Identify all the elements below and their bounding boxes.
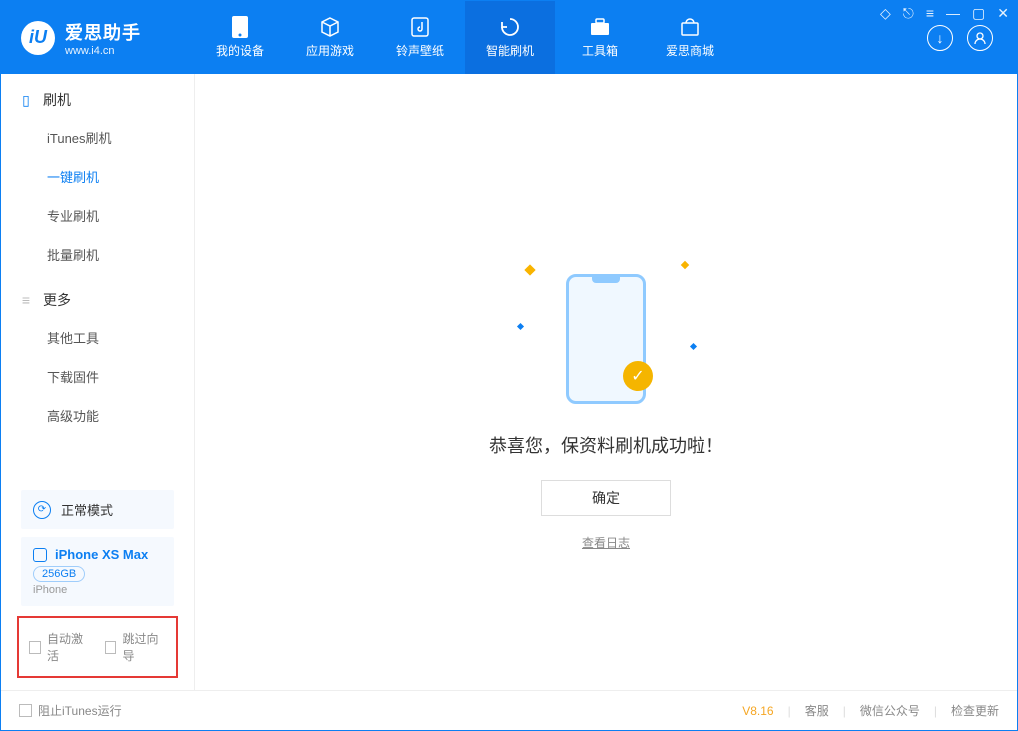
customer-service-link[interactable]: 客服 <box>805 702 829 719</box>
device-small-icon <box>33 548 47 562</box>
phone-small-icon: ▯ <box>19 93 33 107</box>
refresh-shield-icon <box>499 16 521 38</box>
device-storage: 256GB <box>33 566 85 582</box>
wechat-link[interactable]: 微信公众号 <box>860 702 920 719</box>
sparkle-icon <box>690 343 697 350</box>
flash-options-highlight: 自动激活 跳过向导 <box>17 616 178 678</box>
sidebar-item-advanced[interactable]: 高级功能 <box>1 396 194 435</box>
check-update-link[interactable]: 检查更新 <box>951 702 999 719</box>
logo: iU 爱思助手 www.i4.cn <box>1 1 195 74</box>
device-mode-label: 正常模式 <box>61 500 113 519</box>
close-button[interactable]: ✕ <box>997 5 1009 22</box>
minimize-button[interactable]: — <box>946 5 960 22</box>
checkbox-skip-guide[interactable]: 跳过向导 <box>105 630 167 664</box>
menu-icon[interactable]: ≡ <box>926 5 934 22</box>
success-message: 恭喜您，保资料刷机成功啦！ <box>489 432 723 458</box>
device-name: iPhone XS Max <box>55 547 148 562</box>
sidebar-item-other-tools[interactable]: 其他工具 <box>1 318 194 357</box>
list-small-icon: ≡ <box>19 293 33 307</box>
version-label: V8.16 <box>742 704 773 718</box>
tab-ringtone-wallpaper[interactable]: 铃声壁纸 <box>375 1 465 74</box>
logo-icon: iU <box>21 21 55 55</box>
store-icon <box>679 16 701 38</box>
status-bar: 阻止iTunes运行 V8.16 | 客服 | 微信公众号 | 检查更新 <box>1 690 1017 730</box>
sidebar-item-pro-flash[interactable]: 专业刷机 <box>1 196 194 235</box>
device-mode-card[interactable]: ⟳ 正常模式 <box>21 490 174 529</box>
maximize-button[interactable]: ▢ <box>972 5 985 22</box>
success-check-icon: ✓ <box>623 361 653 391</box>
phone-illustration: ✓ <box>566 274 646 404</box>
main-tabs: 我的设备 应用游戏 铃声壁纸 智能刷机 工具箱 爱思商城 <box>195 1 735 74</box>
app-url: www.i4.cn <box>65 45 141 57</box>
device-card[interactable]: iPhone XS Max 256GB iPhone <box>21 537 174 606</box>
tab-my-device[interactable]: 我的设备 <box>195 1 285 74</box>
sidebar-group-flash: ▯ 刷机 <box>1 74 194 118</box>
sidebar-item-itunes-flash[interactable]: iTunes刷机 <box>1 118 194 157</box>
cube-icon <box>319 16 341 38</box>
checkbox-block-itunes[interactable]: 阻止iTunes运行 <box>19 702 122 719</box>
device-icon <box>229 16 251 38</box>
download-button[interactable]: ↓ <box>927 25 953 51</box>
app-header: iU 爱思助手 www.i4.cn 我的设备 应用游戏 铃声壁纸 智能刷机 工具… <box>1 1 1017 74</box>
toolbox-icon <box>589 16 611 38</box>
sidebar-item-oneclick-flash[interactable]: 一键刷机 <box>1 157 194 196</box>
checkbox-auto-activate[interactable]: 自动激活 <box>29 630 91 664</box>
mode-icon: ⟳ <box>33 501 51 519</box>
sidebar-item-batch-flash[interactable]: 批量刷机 <box>1 235 194 274</box>
sparkle-icon <box>517 323 524 330</box>
window-controls: ◇ ⎋ ≡ — ▢ ✕ <box>880 5 1009 22</box>
user-button[interactable] <box>967 25 993 51</box>
skin-icon[interactable]: ◇ <box>880 5 891 22</box>
sidebar-item-download-firmware[interactable]: 下载固件 <box>1 357 194 396</box>
sidebar: ▯ 刷机 iTunes刷机 一键刷机 专业刷机 批量刷机 ≡ 更多 其他工具 下… <box>1 74 195 690</box>
sidebar-group-more: ≡ 更多 <box>1 274 194 318</box>
user-icon <box>973 31 987 45</box>
pin-icon[interactable]: ⎋ <box>903 5 914 22</box>
ok-button[interactable]: 确定 <box>541 480 671 516</box>
music-icon <box>409 16 431 38</box>
app-name: 爱思助手 <box>65 19 141 45</box>
view-log-link[interactable]: 查看日志 <box>582 534 630 551</box>
tab-apps-games[interactable]: 应用游戏 <box>285 1 375 74</box>
download-icon: ↓ <box>937 30 944 46</box>
main-content: ✓ 恭喜您，保资料刷机成功啦！ 确定 查看日志 <box>195 74 1017 690</box>
device-type: iPhone <box>33 584 162 596</box>
sparkle-icon <box>524 264 535 275</box>
tab-smart-flash[interactable]: 智能刷机 <box>465 1 555 74</box>
tab-store[interactable]: 爱思商城 <box>645 1 735 74</box>
tab-toolbox[interactable]: 工具箱 <box>555 1 645 74</box>
sparkle-icon <box>681 261 689 269</box>
